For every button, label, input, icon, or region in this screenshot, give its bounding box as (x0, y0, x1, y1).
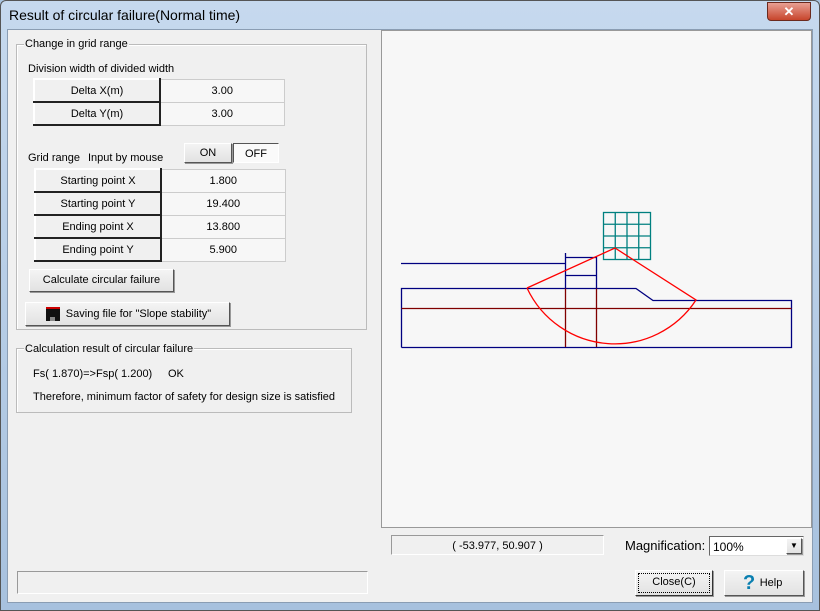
table-row: Delta X(m) 3.00 (33, 78, 285, 103)
grid-range-table: Starting point X 1.800 Starting point Y 19… (34, 168, 286, 262)
division-label: Division width of divided width (28, 63, 175, 75)
input-by-mouse-label: Input by mouse (88, 152, 164, 164)
table-row: Starting point Y 19.400 (34, 191, 286, 216)
table-row: Starting point X 1.800 (34, 168, 286, 193)
mouse-on-button[interactable]: ON (184, 143, 232, 163)
start-y-field[interactable]: 19.400 (160, 191, 286, 216)
status-bar (17, 571, 368, 594)
save-button-label: Saving file for "Slope stability" (65, 308, 212, 320)
result-group (16, 348, 352, 413)
magnification-label: Magnification: (625, 538, 706, 553)
save-slope-stability-button[interactable]: Saving file for "Slope stability" (25, 302, 230, 326)
row-label: Delta X(m) (33, 78, 161, 103)
slope-drawing (400, 211, 793, 349)
row-label: Delta Y(m) (33, 101, 161, 126)
start-x-field[interactable]: 1.800 (160, 168, 286, 193)
table-row: Ending point X 13.800 (34, 214, 286, 239)
window-close-button[interactable]: ✕ (767, 2, 811, 21)
result-status: OK (168, 368, 184, 380)
magnification-value: 100% (713, 540, 744, 554)
delta-y-field[interactable]: 3.00 (159, 101, 285, 126)
coordinate-readout: ( -53.977, 50.907 ) (391, 535, 604, 555)
row-label: Ending point X (34, 214, 162, 239)
search-grid (602, 211, 652, 261)
help-button[interactable]: ? Help (724, 570, 804, 596)
grid-range-group-label: Change in grid range (24, 38, 129, 50)
calculate-circular-failure-button[interactable]: Calculate circular failure (29, 269, 174, 292)
water-lines (401, 288, 792, 347)
end-x-field[interactable]: 13.800 (160, 214, 286, 239)
end-y-field[interactable]: 5.900 (160, 237, 286, 262)
result-message: Therefore, minimum factor of safety for … (33, 391, 336, 403)
mouse-off-button[interactable]: OFF (233, 143, 279, 163)
row-label: Starting point X (34, 168, 162, 193)
close-button[interactable]: Close(C) (635, 570, 713, 596)
result-group-label: Calculation result of circular failure (24, 343, 195, 355)
magnification-select[interactable]: 100% ▼ (709, 536, 804, 556)
delta-x-field[interactable]: 3.00 (159, 78, 285, 103)
chevron-down-icon[interactable]: ▼ (786, 538, 802, 554)
grid-range-label: Grid range (28, 152, 80, 164)
help-question-icon: ? (743, 572, 756, 594)
table-row: Delta Y(m) 3.00 (33, 101, 285, 126)
row-label: Starting point Y (34, 191, 162, 216)
table-row: Ending point Y 5.900 (34, 237, 286, 262)
window-title: Result of circular failure(Normal time) (9, 7, 241, 23)
fs-result: Fs( 1.870)=>Fsp( 1.200) (33, 368, 153, 380)
failure-circle (526, 247, 697, 345)
help-button-label: Help (759, 577, 783, 589)
division-table: Delta X(m) 3.00 Delta Y(m) 3.00 (33, 78, 285, 126)
row-label: Ending point Y (34, 237, 162, 262)
floppy-disk-icon (46, 307, 60, 321)
drawing-canvas[interactable] (381, 30, 812, 528)
